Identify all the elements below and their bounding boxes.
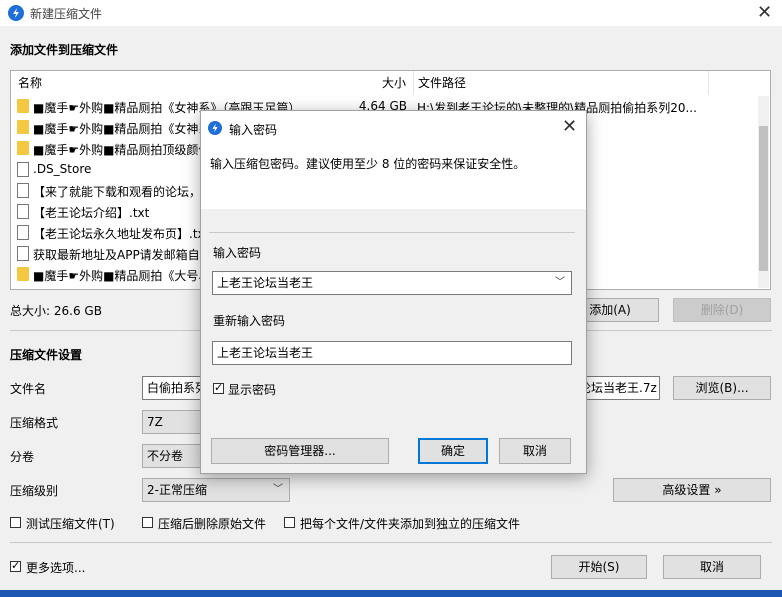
column-header-path[interactable]: 文件路径	[414, 71, 709, 95]
more-options-label[interactable]: 更多选项...	[26, 559, 85, 576]
format-select[interactable]: 7Z	[142, 410, 202, 434]
password-manager-button[interactable]: 密码管理器...	[211, 438, 389, 464]
level-select[interactable]: 2-正常压缩 ﹀	[142, 478, 290, 502]
file-icon	[17, 162, 29, 177]
separate-checkbox[interactable]	[284, 517, 295, 528]
title-bar	[0, 0, 782, 26]
test-checkbox[interactable]	[10, 517, 21, 528]
start-button[interactable]: 开始(S)	[551, 555, 647, 579]
separate-label[interactable]: 把每个文件/文件夹添加到独立的压缩文件	[300, 515, 520, 532]
volume-select[interactable]: 不分卷	[142, 444, 202, 468]
dialog-close-icon[interactable]: ✕	[562, 118, 577, 136]
password-value: 上老王论坛当老王	[217, 276, 314, 290]
show-password-label[interactable]: 显示密码	[228, 381, 276, 398]
file-icon	[17, 225, 29, 240]
folder-icon	[17, 141, 29, 155]
section-add-title: 添加文件到压缩文件	[10, 43, 119, 57]
folder-icon	[17, 99, 29, 113]
more-options-checkbox[interactable]	[10, 559, 21, 572]
delete-button[interactable]: 删除(D)	[673, 298, 771, 322]
browse-button[interactable]: 浏览(B)...	[673, 376, 771, 400]
settings-title: 压缩文件设置	[10, 348, 83, 362]
dialog-cancel-button[interactable]: 取消	[499, 438, 571, 464]
scrollbar-thumb[interactable]	[759, 126, 768, 271]
folder-icon	[17, 267, 29, 281]
total-size: 总大小: 26.6 GB	[10, 304, 102, 318]
dialog-description: 输入压缩包密码。建议使用至少 8 位的密码来保证安全性。	[210, 157, 526, 171]
filename-input-suffix[interactable]: 论坛当老王.7z	[578, 376, 660, 400]
chevron-down-icon[interactable]: ﹀	[555, 272, 565, 294]
level-label: 压缩级别	[10, 484, 59, 498]
file-icon	[17, 246, 29, 261]
file-icon	[17, 204, 29, 219]
folder-icon	[17, 120, 29, 134]
file-icon	[17, 183, 29, 198]
show-password-checkbox[interactable]	[213, 381, 224, 394]
dialog-title: 输入密码	[229, 123, 278, 137]
ok-button[interactable]: 确定	[418, 438, 488, 464]
app-icon	[208, 121, 222, 135]
divider	[10, 542, 772, 543]
cancel-button[interactable]: 取消	[663, 555, 761, 579]
filename-input[interactable]: 白偷拍系列	[142, 376, 202, 400]
repassword-input[interactable]: 上老王论坛当老王	[212, 341, 572, 365]
format-label: 压缩格式	[10, 416, 59, 430]
password-input[interactable]: 上老王论坛当老王 ﹀	[212, 271, 572, 295]
app-icon	[8, 5, 24, 21]
password-label: 输入密码	[213, 246, 262, 260]
column-header-name[interactable]: 名称	[11, 71, 319, 95]
chevron-down-icon: ﹀	[273, 484, 283, 495]
delete-after-label[interactable]: 压缩后删除原始文件	[158, 515, 266, 532]
repassword-label: 重新输入密码	[213, 314, 286, 328]
column-header-size[interactable]: 大小	[312, 71, 414, 95]
volume-label: 分卷	[10, 450, 35, 464]
test-label[interactable]: 测试压缩文件(T)	[26, 515, 115, 532]
delete-after-checkbox[interactable]	[142, 517, 153, 528]
divider	[209, 232, 575, 233]
window-title: 新建压缩文件	[30, 7, 103, 21]
password-dialog: 输入密码 ✕ 输入压缩包密码。建议使用至少 8 位的密码来保证安全性。 输入密码…	[200, 110, 587, 474]
level-value: 2-正常压缩	[147, 483, 207, 497]
list-scrollbar[interactable]	[758, 96, 769, 288]
taskbar	[0, 590, 782, 597]
advanced-button[interactable]: 高级设置 »	[613, 478, 771, 502]
filename-label: 文件名	[10, 382, 47, 396]
close-icon[interactable]: ✕	[757, 4, 772, 22]
